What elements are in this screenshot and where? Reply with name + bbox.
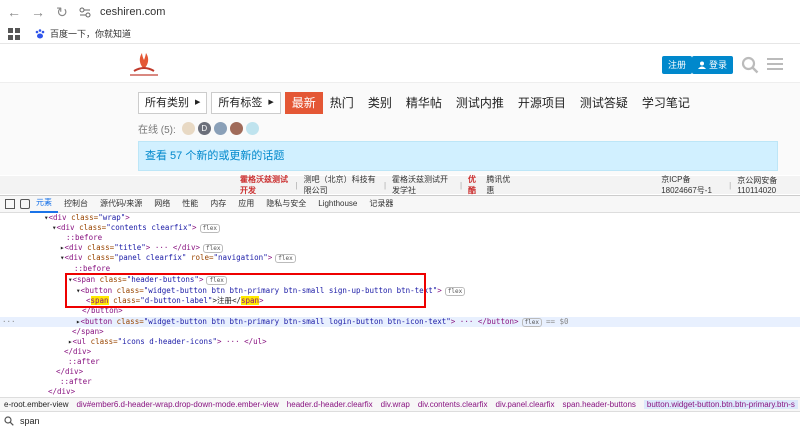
footer-separator: | (729, 180, 732, 190)
dom-node-login-button-row[interactable]: ··· ▸<button class="widget-button btn btn… (0, 317, 800, 327)
baidu-paw-icon (35, 28, 45, 38)
site-header: 注册 登录 (0, 45, 800, 83)
bookmarks-bar: 百度一下，你就知道 (0, 24, 800, 44)
breadcrumb-item[interactable]: button.widget-button.btn.btn-primary.btn… (643, 400, 798, 409)
dom-node-contents[interactable]: ▾<div class="contents clearfix"> flex (52, 223, 220, 233)
bookmark-baidu[interactable]: 百度一下，你就知道 (34, 27, 131, 40)
tab-sources[interactable]: 源代码/来源 (94, 196, 148, 212)
footer-police[interactable]: 京公网安备 110114020 (737, 175, 800, 195)
tab-open-source[interactable]: 开源项目 (511, 92, 573, 114)
avatar-letter: D (201, 124, 208, 133)
footer-separator: | (383, 180, 387, 190)
topic-navigation: 所有类别 ▶ 所有标签 ▶ 最新 热门 类别 精华帖 测试内推 开源项目 测试答… (138, 92, 697, 114)
dom-close-div[interactable]: </div> (56, 367, 83, 377)
avatar[interactable] (213, 122, 227, 135)
tab-notes[interactable]: 学习笔记 (635, 92, 697, 114)
footer-school[interactable]: 霍格沃兹测试开发学社 (392, 174, 454, 196)
dom-node-title[interactable]: ▸<div class="title"> ··· </div> flex (60, 243, 224, 253)
breadcrumb-item[interactable]: span.header-buttons (563, 400, 636, 409)
search-icon (4, 416, 14, 426)
tab-qa[interactable]: 测试答疑 (573, 92, 635, 114)
dom-pseudo-after[interactable]: ::after (60, 377, 92, 387)
dom-node-header-icons[interactable]: ▸<ul class="icons d-header-icons"> ··· <… (68, 337, 267, 347)
breadcrumb-item[interactable]: div#ember6.d-header-wrap.drop-down-mode.… (76, 400, 278, 409)
footer-brand[interactable]: 霍格沃兹测试开发 (240, 174, 290, 196)
footer-separator: | (459, 180, 463, 190)
tab-application[interactable]: 应用 (232, 196, 260, 212)
apps-icon[interactable] (8, 27, 20, 40)
breadcrumb-item[interactable]: header.d-header.clearfix (287, 400, 373, 409)
tab-lighthouse[interactable]: Lighthouse (312, 196, 363, 212)
hamburger-menu-icon[interactable] (767, 58, 783, 72)
dom-breadcrumb: e-root.ember-view div#ember6.d-header-wr… (0, 397, 800, 411)
site-footer-strip: 霍格沃兹测试开发 | 测吧（北京）科技有限公司 | 霍格沃兹测试开发学社 | 优… (0, 174, 800, 196)
avatar[interactable]: D (197, 122, 211, 135)
tab-recorder[interactable]: 记录器 (363, 196, 399, 212)
tab-featured[interactable]: 精华帖 (399, 92, 449, 114)
login-label: 登录 (709, 60, 728, 70)
dom-pseudo-after[interactable]: ::after (68, 357, 100, 367)
tab-hot[interactable]: 热门 (323, 92, 361, 114)
highlight-box (65, 273, 426, 308)
tab-privacy[interactable]: 隐私与安全 (260, 196, 312, 212)
breadcrumb-item[interactable]: div.wrap (381, 400, 410, 409)
forward-icon[interactable]: → (28, 2, 48, 22)
back-icon[interactable]: ← (4, 2, 24, 22)
category-dropdown[interactable]: 所有类别 ▶ (138, 92, 208, 114)
dom-close-div[interactable]: </div> (48, 387, 75, 397)
dom-node-wrap[interactable]: ▾<div class="wrap"> (44, 213, 130, 223)
user-icon (698, 61, 706, 69)
site-info-icon[interactable] (78, 5, 92, 19)
tab-categories[interactable]: 类别 (361, 92, 399, 114)
tab-network[interactable]: 网络 (148, 196, 176, 212)
avatar[interactable] (181, 122, 195, 135)
bookmark-label: 百度一下，你就知道 (50, 29, 132, 39)
devtools-tabbar: 元素 控制台 源代码/来源 网络 性能 内存 应用 隐私与安全 Lighthou… (0, 195, 800, 213)
dom-node-panel[interactable]: ▾<div class="panel clearfix" role="navig… (60, 253, 296, 263)
url-text[interactable]: ceshiren.com (100, 6, 165, 18)
dom-close-span[interactable]: </span> (72, 327, 104, 337)
online-label: 在线 (5): (138, 125, 176, 136)
tab-memory[interactable]: 内存 (204, 196, 232, 212)
login-button[interactable]: 登录 (692, 56, 734, 74)
footer-separator: | (295, 180, 298, 190)
category-dropdown-label: 所有类别 (145, 97, 189, 109)
dom-close-div[interactable]: </div> (64, 347, 91, 357)
devtools-search-input[interactable]: span (20, 416, 40, 426)
footer-youku-sub[interactable]: 腾讯优惠 (486, 174, 511, 196)
breadcrumb-item[interactable]: e-root.ember-view (4, 400, 68, 409)
tab-elements[interactable]: 元素 (30, 195, 58, 213)
tab-latest[interactable]: 最新 (284, 92, 323, 114)
footer-youku[interactable]: 优酷 (468, 174, 480, 196)
tab-console[interactable]: 控制台 (58, 196, 94, 212)
tag-dropdown-label: 所有标签 (218, 97, 263, 109)
breadcrumb-item[interactable]: div.contents.clearfix (418, 400, 488, 409)
tab-referrals[interactable]: 测试内推 (449, 92, 511, 114)
online-users: 在线 (5): D (138, 121, 259, 136)
new-topics-banner[interactable]: 查看 57 个新的或更新的话题 (138, 141, 778, 171)
site-logo[interactable] (128, 51, 160, 79)
search-icon[interactable] (741, 56, 759, 74)
footer-company[interactable]: 测吧（北京）科技有限公司 (304, 174, 378, 196)
avatar[interactable] (229, 122, 243, 135)
avatar[interactable] (245, 122, 259, 135)
footer-icp[interactable]: 京ICP备18024667号-1 (661, 174, 723, 196)
devtools-search-bar: span (0, 411, 800, 430)
breadcrumb-item[interactable]: div.panel.clearfix (496, 400, 555, 409)
website-viewport: 注册 登录 所有类别 ▶ 所有标签 ▶ 最新 热门 类别 精华帖 测试内推 开源… (0, 45, 800, 175)
signup-button[interactable]: 注册 (662, 56, 693, 74)
address-bar: ← → ↻ ceshiren.com (0, 0, 800, 24)
reload-icon[interactable]: ↻ (52, 2, 72, 22)
caret-right-icon: ▶ (268, 99, 274, 106)
dom-pseudo-before[interactable]: ::before (66, 233, 102, 243)
device-toolbar-icon[interactable] (20, 199, 30, 209)
caret-right-icon: ▶ (195, 99, 201, 106)
inspect-element-icon[interactable] (5, 199, 15, 209)
tag-dropdown[interactable]: 所有标签 ▶ (211, 92, 281, 114)
more-dots-icon: ··· (2, 317, 16, 326)
tab-performance[interactable]: 性能 (176, 196, 204, 212)
